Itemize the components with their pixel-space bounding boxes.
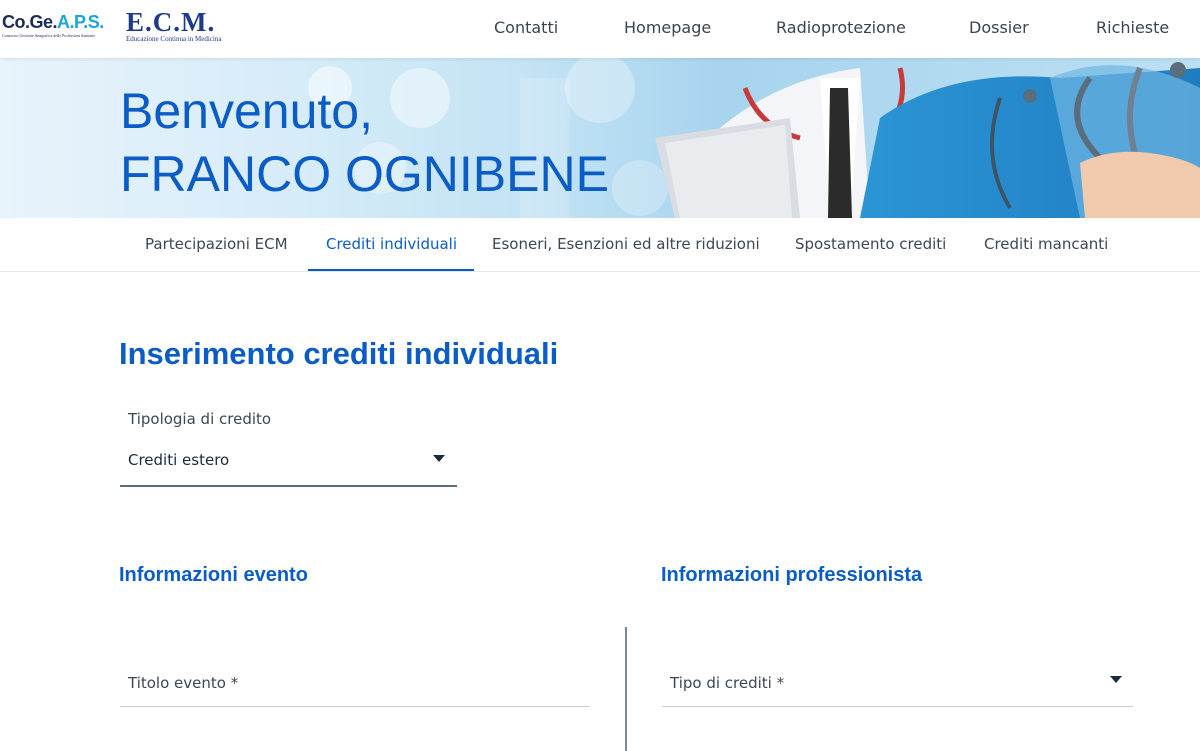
top-navbar: Co.Ge.A.P.S. Consorzio Gestione Anagrafi…: [0, 0, 1200, 58]
page-title: Inserimento crediti individuali: [119, 336, 559, 371]
tab-crediti-mancanti[interactable]: Crediti mancanti: [984, 235, 1108, 253]
column-divider: [625, 627, 627, 751]
cogeaps-logo[interactable]: Co.Ge.A.P.S. Consorzio Gestione Anagrafi…: [2, 12, 104, 38]
credit-kind-select[interactable]: Tipo di crediti *: [662, 663, 1133, 707]
credit-type-select[interactable]: Crediti estero: [120, 440, 457, 487]
ecm-logo-subtitle: Educazione Continua in Medicina: [126, 35, 222, 43]
professional-info-heading: Informazioni professionista: [661, 564, 923, 586]
tab-partecipazioni-ecm[interactable]: Partecipazioni ECM: [145, 235, 288, 253]
tab-crediti-individuali[interactable]: Crediti individuali: [326, 235, 457, 253]
cogeaps-logo-subtitle: Consorzio Gestione Anagrafica delle Prof…: [2, 33, 96, 38]
nav-link-radioprotezione[interactable]: Radioprotezione: [776, 18, 906, 37]
event-title-placeholder: Titolo evento *: [128, 674, 239, 692]
ecm-logo-text: E.C.M.: [126, 7, 216, 37]
active-tab-indicator: [308, 269, 474, 271]
credit-kind-placeholder: Tipo di crediti *: [670, 674, 785, 692]
nav-link-richieste[interactable]: Richieste: [1096, 18, 1169, 37]
chevron-down-icon: [1110, 676, 1122, 683]
welcome-heading: Benvenuto, FRANCO OGNIBENE: [120, 80, 609, 206]
nav-link-dossier[interactable]: Dossier: [969, 18, 1029, 37]
ecm-logo[interactable]: E.C.M. Educazione Continua in Medicina: [126, 8, 221, 43]
chevron-down-icon: [433, 455, 445, 462]
nav-link-contatti[interactable]: Contatti: [494, 18, 558, 37]
welcome-greeting: Benvenuto,: [120, 83, 373, 139]
event-title-input[interactable]: Titolo evento *: [120, 663, 590, 707]
welcome-banner: Benvenuto, FRANCO OGNIBENE: [0, 58, 1200, 218]
event-info-heading: Informazioni evento: [119, 564, 308, 586]
credit-type-label: Tipologia di credito: [128, 410, 272, 428]
section-tabs: Partecipazioni ECM Crediti individuali E…: [0, 218, 1200, 272]
cogeaps-logo-text: Co.Ge.A.P.S.: [2, 12, 104, 32]
user-full-name: FRANCO OGNIBENE: [120, 146, 609, 202]
tab-spostamento-crediti[interactable]: Spostamento crediti: [795, 235, 946, 253]
nav-link-homepage[interactable]: Homepage: [624, 18, 711, 37]
tab-esoneri-esenzioni[interactable]: Esoneri, Esenzioni ed altre riduzioni: [492, 235, 760, 253]
credit-type-value: Crediti estero: [128, 451, 230, 469]
